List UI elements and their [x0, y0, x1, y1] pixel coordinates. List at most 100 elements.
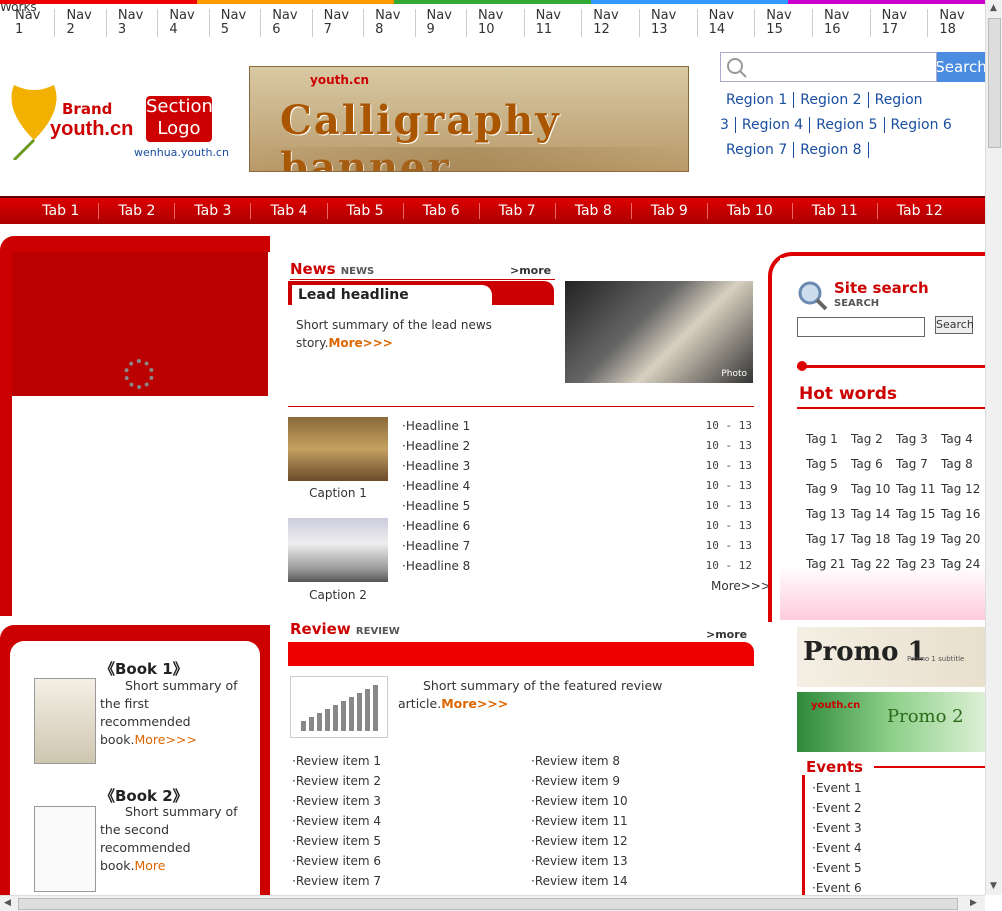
main-nav-item[interactable]: Tab 4 — [251, 203, 328, 219]
main-nav-item[interactable]: Tab 8 — [556, 203, 632, 219]
hot-word[interactable]: Tag 5 — [806, 452, 851, 477]
top-nav-item[interactable]: Nav 6 — [261, 9, 313, 37]
review-item[interactable]: ·Review item 5 — [292, 831, 520, 851]
book-title-1[interactable]: 《Book 1》 — [100, 658, 188, 679]
news-item[interactable]: ·Headline 1 10 - 13 — [402, 416, 752, 436]
hot-word[interactable]: Tag 24 — [941, 552, 986, 577]
news-thumb-2[interactable] — [288, 518, 388, 582]
news-item[interactable]: ·Headline 3 10 - 13 — [402, 456, 752, 476]
scroll-thumb[interactable] — [18, 898, 958, 910]
news-focus-more-link[interactable]: >more — [510, 264, 551, 277]
review-item[interactable]: ·Review item 1 — [292, 751, 520, 771]
hot-word[interactable]: Tag 9 — [806, 477, 851, 502]
top-nav-item[interactable]: Nav 8 — [364, 9, 416, 37]
calligraphy-banner[interactable]: youth.cn Calligraphy banner — [249, 66, 689, 172]
main-nav-item[interactable]: Tab 10 — [708, 203, 793, 219]
top-nav-item[interactable]: Nav 10 — [467, 9, 525, 37]
news-thumb-1[interactable] — [288, 417, 388, 481]
hot-word[interactable]: Tag 21 — [806, 552, 851, 577]
headline-title[interactable]: Lead headline — [292, 285, 492, 307]
region-link[interactable]: Region 5 — [810, 117, 885, 133]
region-link[interactable]: Region 6 — [885, 117, 958, 133]
book-cover-2[interactable] — [34, 806, 96, 892]
review-item[interactable]: ·Review item 2 — [292, 771, 520, 791]
scroll-left-icon[interactable]: ◀ — [4, 898, 11, 908]
main-nav-item[interactable]: Tab 3 — [175, 203, 252, 219]
top-nav-item[interactable]: Nav 14 — [698, 9, 756, 37]
ad-banner-1[interactable]: Promo 1 Promo 1 subtitle — [797, 627, 987, 687]
activity-item[interactable]: ·Event 2 — [812, 798, 987, 818]
hot-word[interactable]: Tag 10 — [851, 477, 896, 502]
top-nav-item[interactable]: Nav 5 — [210, 9, 262, 37]
activity-item[interactable]: ·Event 5 — [812, 858, 987, 878]
review-more-link[interactable]: >more — [706, 628, 747, 641]
top-nav-item[interactable]: Nav 16 — [813, 9, 871, 37]
main-nav-item[interactable]: Tab 11 — [793, 203, 878, 219]
side-search-button[interactable]: Search — [935, 316, 974, 334]
region-link[interactable]: Region 2 — [794, 92, 869, 108]
region-link[interactable]: Region 4 — [735, 117, 811, 133]
main-nav-item[interactable]: Tab 9 — [632, 203, 708, 219]
top-nav-item[interactable]: Nav 4 — [158, 9, 210, 37]
horizontal-scrollbar[interactable]: ◀ ▶ — [0, 895, 985, 911]
activity-item[interactable]: ·Event 4 — [812, 838, 987, 858]
scroll-down-icon[interactable]: ▼ — [990, 881, 997, 891]
hot-word[interactable]: Tag 18 — [851, 527, 896, 552]
review-item[interactable]: ·Review item 3 — [292, 791, 520, 811]
review-item[interactable]: ·Review item 9 — [531, 771, 755, 791]
news-item[interactable]: ·Headline 6 10 - 13 — [402, 516, 752, 536]
top-nav-item[interactable]: Nav 17 — [871, 9, 929, 37]
news-more-link[interactable]: More>>> — [711, 579, 771, 593]
region-link[interactable]: Region 1 — [720, 92, 795, 108]
activity-item[interactable]: ·Event 1 — [812, 778, 987, 798]
main-nav-item[interactable]: Tab 7 — [480, 203, 556, 219]
site-logo[interactable]: Brand youth.cn Section Logo wenhua.youth.… — [4, 80, 229, 170]
top-search-input[interactable] — [720, 52, 937, 82]
scroll-right-icon[interactable]: ▶ — [970, 898, 977, 908]
hot-word[interactable]: Tag 7 — [896, 452, 941, 477]
vertical-scrollbar[interactable]: ▲ ▼ — [985, 0, 1002, 895]
top-nav-item[interactable]: Nav 7 — [313, 9, 365, 37]
hot-word[interactable]: Tag 13 — [806, 502, 851, 527]
news-caption-1[interactable]: Caption 1 — [288, 486, 388, 500]
review-chart-thumb[interactable] — [290, 676, 388, 738]
headline-photo[interactable]: Photo — [565, 281, 753, 383]
hot-word[interactable]: Tag 11 — [896, 477, 941, 502]
top-nav-item[interactable]: Nav 11 — [525, 9, 583, 37]
hot-word[interactable]: Tag 14 — [851, 502, 896, 527]
top-nav-item[interactable]: Nav 3 — [107, 9, 159, 37]
hot-word[interactable]: Tag 22 — [851, 552, 896, 577]
review-item[interactable]: ·Review item 8 — [531, 751, 755, 771]
top-nav-item[interactable]: Nav 1 — [4, 9, 56, 37]
hot-word[interactable]: Tag 1 — [806, 427, 851, 452]
top-nav-item[interactable]: Nav 15 — [755, 9, 813, 37]
main-nav-item[interactable]: Tab 2 — [99, 203, 176, 219]
hot-word[interactable]: Tag 4 — [941, 427, 986, 452]
news-item[interactable]: ·Headline 2 10 - 13 — [402, 436, 752, 456]
review-item[interactable]: ·Review item 4 — [292, 811, 520, 831]
hot-word[interactable]: Tag 2 — [851, 427, 896, 452]
headline-detail-link[interactable]: More>>> — [328, 336, 392, 350]
news-item[interactable]: ·Headline 8 10 - 12 — [402, 556, 752, 576]
top-nav-item[interactable]: Nav 9 — [416, 9, 467, 37]
news-item[interactable]: ·Headline 5 10 - 13 — [402, 496, 752, 516]
hot-word[interactable]: Tag 6 — [851, 452, 896, 477]
review-item[interactable]: ·Review item 7 — [292, 871, 520, 891]
scroll-thumb[interactable] — [988, 18, 1001, 148]
region-link[interactable]: Region 7 — [720, 142, 795, 158]
top-nav-item[interactable]: Nav 18 — [928, 9, 985, 37]
hot-word[interactable]: Tag 17 — [806, 527, 851, 552]
region-link[interactable]: Region 8 — [794, 142, 869, 158]
hot-word[interactable]: Tag 16 — [941, 502, 986, 527]
hot-word[interactable]: Tag 20 — [941, 527, 986, 552]
review-detail-link[interactable]: More>>> — [441, 696, 508, 711]
top-nav-item[interactable]: Nav 13 — [640, 9, 698, 37]
top-nav-item[interactable]: Nav 12 — [582, 9, 640, 37]
hot-word[interactable]: Tag 15 — [896, 502, 941, 527]
book-more-1[interactable]: More>>> — [134, 732, 196, 747]
review-item[interactable]: ·Review item 6 — [292, 851, 520, 871]
review-item[interactable]: ·Review item 13 — [531, 851, 755, 871]
book-cover-1[interactable] — [34, 678, 96, 764]
main-nav-item[interactable]: Tab 12 — [878, 203, 962, 219]
review-item[interactable]: ·Review item 12 — [531, 831, 755, 851]
